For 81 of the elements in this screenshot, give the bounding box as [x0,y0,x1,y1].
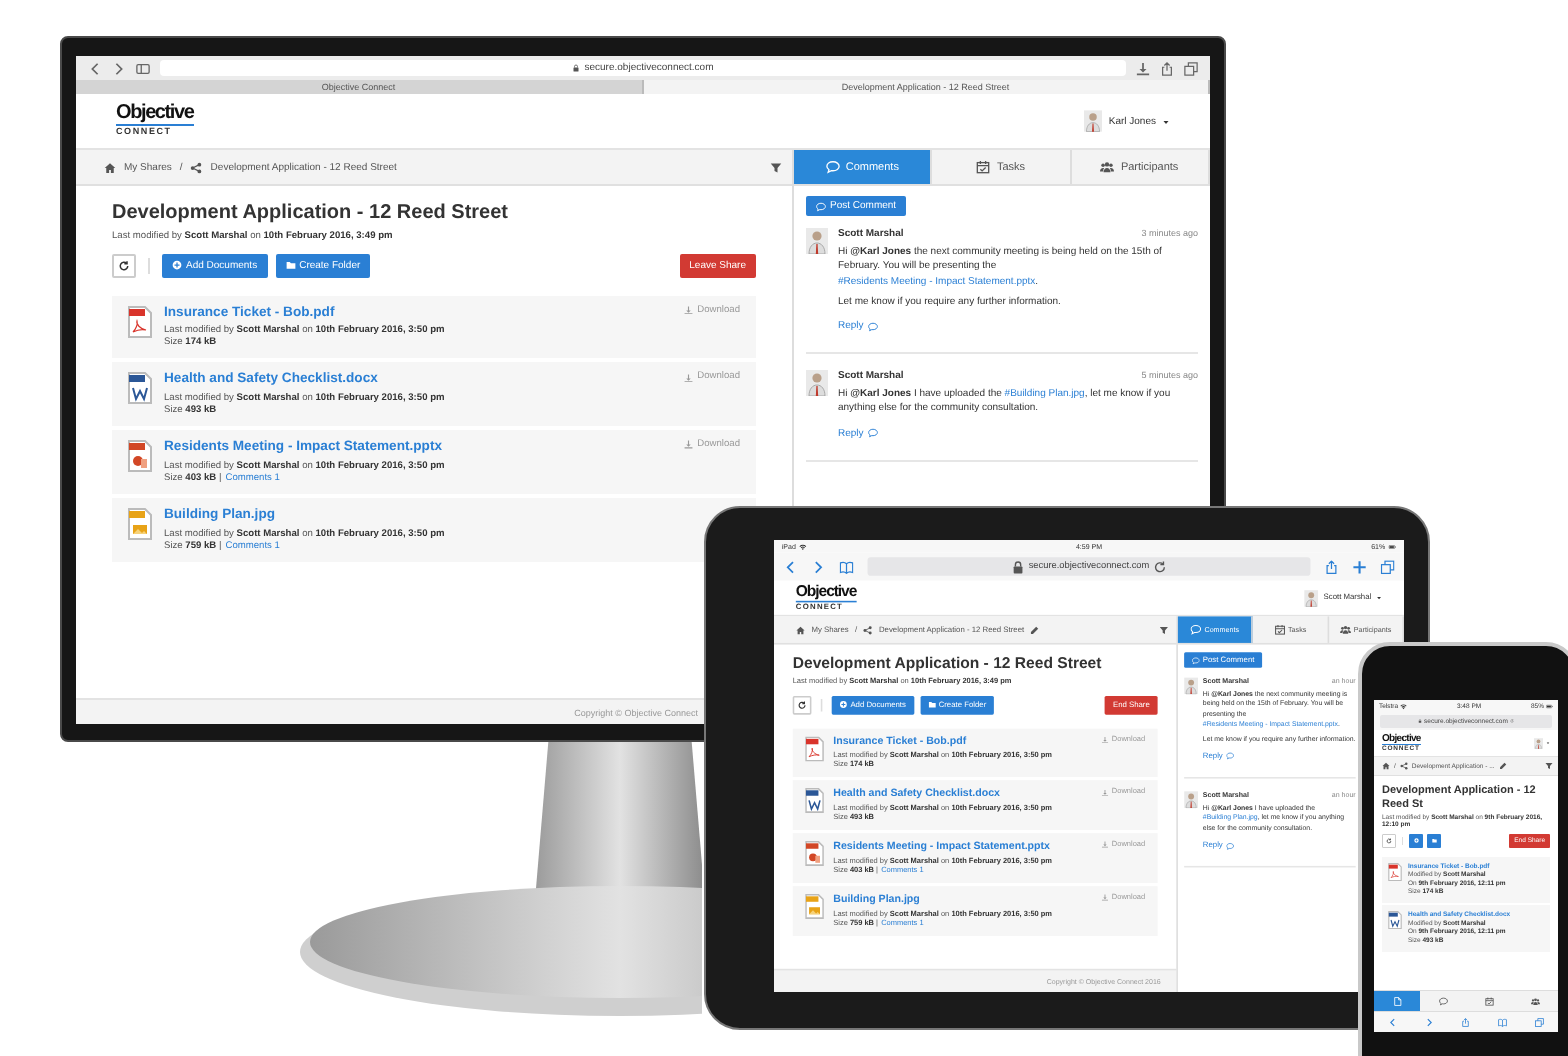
share-icon [1160,61,1174,75]
download-icon [1101,894,1109,902]
download-icon [1136,61,1150,75]
plus-icon [1413,838,1419,843]
reload-icon [1152,559,1167,574]
file-icon [805,735,824,761]
speech-bubble-icon [867,428,878,438]
add-documents-button[interactable] [1409,833,1423,848]
sidebar-icon [136,61,150,75]
forward-icon [811,559,826,574]
speech-bubble-icon [867,321,878,331]
wifi-icon [1400,702,1408,710]
create-folder-button[interactable] [1427,833,1441,848]
people-icon [1100,160,1115,174]
avatar [1534,737,1543,749]
filter-icon[interactable] [1545,762,1553,770]
file-icon [1388,911,1402,930]
calendar-icon [976,160,991,174]
calendar-icon [1273,624,1285,636]
file-icon [128,372,152,405]
avatar [1304,589,1319,607]
refresh-button[interactable] [792,695,812,714]
speech-bubble-icon [1225,752,1234,761]
home-icon [104,161,116,173]
refresh-icon [118,259,130,271]
people-icon [1339,624,1351,636]
filter-icon[interactable] [770,161,782,173]
share-icon [1399,762,1408,770]
pencil-icon[interactable] [1030,625,1040,635]
avatar [1184,790,1199,808]
plus-icon [839,700,848,709]
avatar [1184,677,1199,695]
pencil-icon[interactable] [1498,762,1507,770]
back-icon [783,559,798,574]
folder-icon [285,260,296,270]
back-icon [88,61,102,75]
speech-bubble-icon [1225,841,1234,850]
people-icon [1530,996,1540,1006]
lock-icon [1011,559,1026,574]
page-title: Development Application - 12 Reed Street [112,202,511,227]
download-icon [684,305,694,315]
speech-bubble-icon [816,201,826,211]
file-icon [128,440,152,473]
home-icon [795,625,806,635]
file-icon [805,893,824,919]
file-icon [1388,862,1402,881]
avatar [1084,110,1103,132]
home-icon [1382,762,1390,770]
bookmarks-icon [839,559,854,574]
plus-icon [172,260,182,270]
speech-bubble-icon [1190,624,1202,636]
lock-icon [572,64,581,72]
download-icon [684,440,694,450]
tabs-icon [1184,61,1198,75]
wifi-icon [798,542,807,551]
file-icon [128,507,152,540]
plus-icon [1352,559,1367,574]
refresh-icon [797,699,807,710]
avatar [806,228,828,254]
speech-bubble-icon [825,160,840,174]
bottom-tab[interactable] [1374,991,1420,1011]
file-icon [805,841,824,867]
bottom-tab[interactable] [1512,991,1558,1011]
folder-icon [927,700,936,709]
file-icon [805,788,824,814]
filter-icon[interactable] [1159,625,1169,635]
tabs-icon [1380,559,1395,574]
download-icon [684,373,694,383]
download-icon [1101,736,1109,744]
file-icon [128,305,152,337]
download-icon [1101,841,1109,849]
share-icon [863,625,873,635]
speech-bubble-icon [1191,656,1200,664]
folder-icon [1431,838,1437,843]
share-icon [1324,559,1339,574]
avatar [806,370,828,396]
forward-icon [112,61,126,75]
download-icon [1101,788,1109,796]
caret-icon [1162,117,1170,125]
share-icon [190,161,203,173]
refresh-button[interactable] [112,253,136,277]
